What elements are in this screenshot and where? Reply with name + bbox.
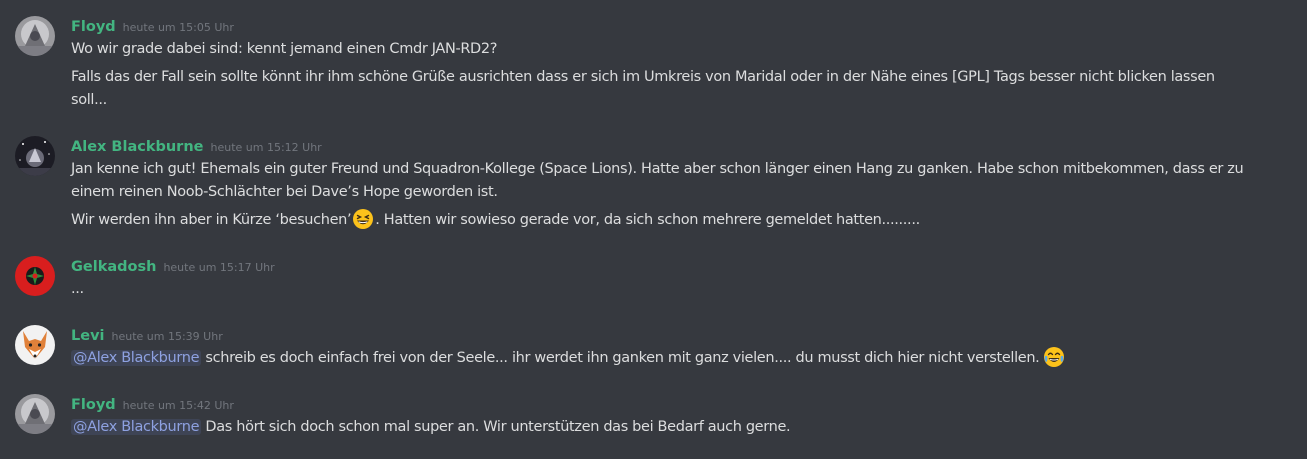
message-text: Wir werden ihn aber in Kürze ‘besuchen’.… bbox=[71, 208, 1271, 232]
message-text-part: Wir werden ihn aber in Kürze ‘besuchen’ bbox=[71, 212, 352, 228]
user-mention[interactable]: @Alex Blackburne bbox=[71, 350, 202, 366]
avatar[interactable] bbox=[15, 394, 55, 434]
user-mention[interactable]: @Alex Blackburne bbox=[71, 419, 202, 435]
message-text: einem reinen Noob-Schlächter bei Dave’s … bbox=[71, 184, 498, 200]
timestamp: heute um 15:17 Uhr bbox=[163, 261, 275, 274]
avatar[interactable] bbox=[15, 136, 55, 176]
chat-messages: Floyd heute um 15:05 Uhr Wo wir grade dab… bbox=[0, 0, 1307, 459]
message-text-part: schreib es doch einfach frei von der See… bbox=[201, 350, 1040, 366]
message-text: @Alex Blackburne schreib es doch einfach… bbox=[71, 346, 1271, 370]
message-text-part: . Hatten wir sowieso gerade vor, da sich… bbox=[375, 212, 920, 228]
author-name[interactable]: Floyd bbox=[71, 397, 116, 413]
message-header: Levi heute um 15:39 Uhr bbox=[71, 325, 223, 345]
author-name[interactable]: Alex Blackburne bbox=[71, 139, 203, 155]
timestamp: heute um 15:05 Uhr bbox=[122, 21, 234, 34]
message-text: ... bbox=[71, 281, 84, 297]
avatar[interactable] bbox=[15, 16, 55, 56]
message-text-part: Das hört sich doch schon mal super an. W… bbox=[201, 419, 791, 435]
message-header: Gelkadosh heute um 15:17 Uhr bbox=[71, 256, 275, 276]
face-with-tears-of-joy-emoji-icon bbox=[1043, 346, 1065, 368]
message-header: Alex Blackburne heute um 15:12 Uhr bbox=[71, 136, 322, 156]
message-text: soll... bbox=[71, 92, 107, 108]
author-name[interactable]: Floyd bbox=[71, 19, 116, 35]
author-name[interactable]: Gelkadosh bbox=[71, 259, 156, 275]
message-text: Wo wir grade dabei sind: kennt jemand ei… bbox=[71, 41, 498, 57]
message-text: Jan kenne ich gut! Ehemals ein guter Fre… bbox=[71, 161, 1244, 177]
message-text: @Alex Blackburne Das hört sich doch scho… bbox=[71, 416, 1271, 439]
timestamp: heute um 15:12 Uhr bbox=[210, 141, 322, 154]
message-header: Floyd heute um 15:05 Uhr bbox=[71, 16, 234, 36]
grinning-squinting-face-emoji-icon bbox=[352, 208, 374, 230]
message-header: Floyd heute um 15:42 Uhr bbox=[71, 394, 234, 414]
message-text: Falls das der Fall sein sollte könnt ihr… bbox=[71, 69, 1215, 85]
timestamp: heute um 15:42 Uhr bbox=[122, 399, 234, 412]
avatar[interactable] bbox=[15, 256, 55, 296]
avatar[interactable] bbox=[15, 325, 55, 365]
timestamp: heute um 15:39 Uhr bbox=[111, 330, 223, 343]
author-name[interactable]: Levi bbox=[71, 328, 105, 344]
